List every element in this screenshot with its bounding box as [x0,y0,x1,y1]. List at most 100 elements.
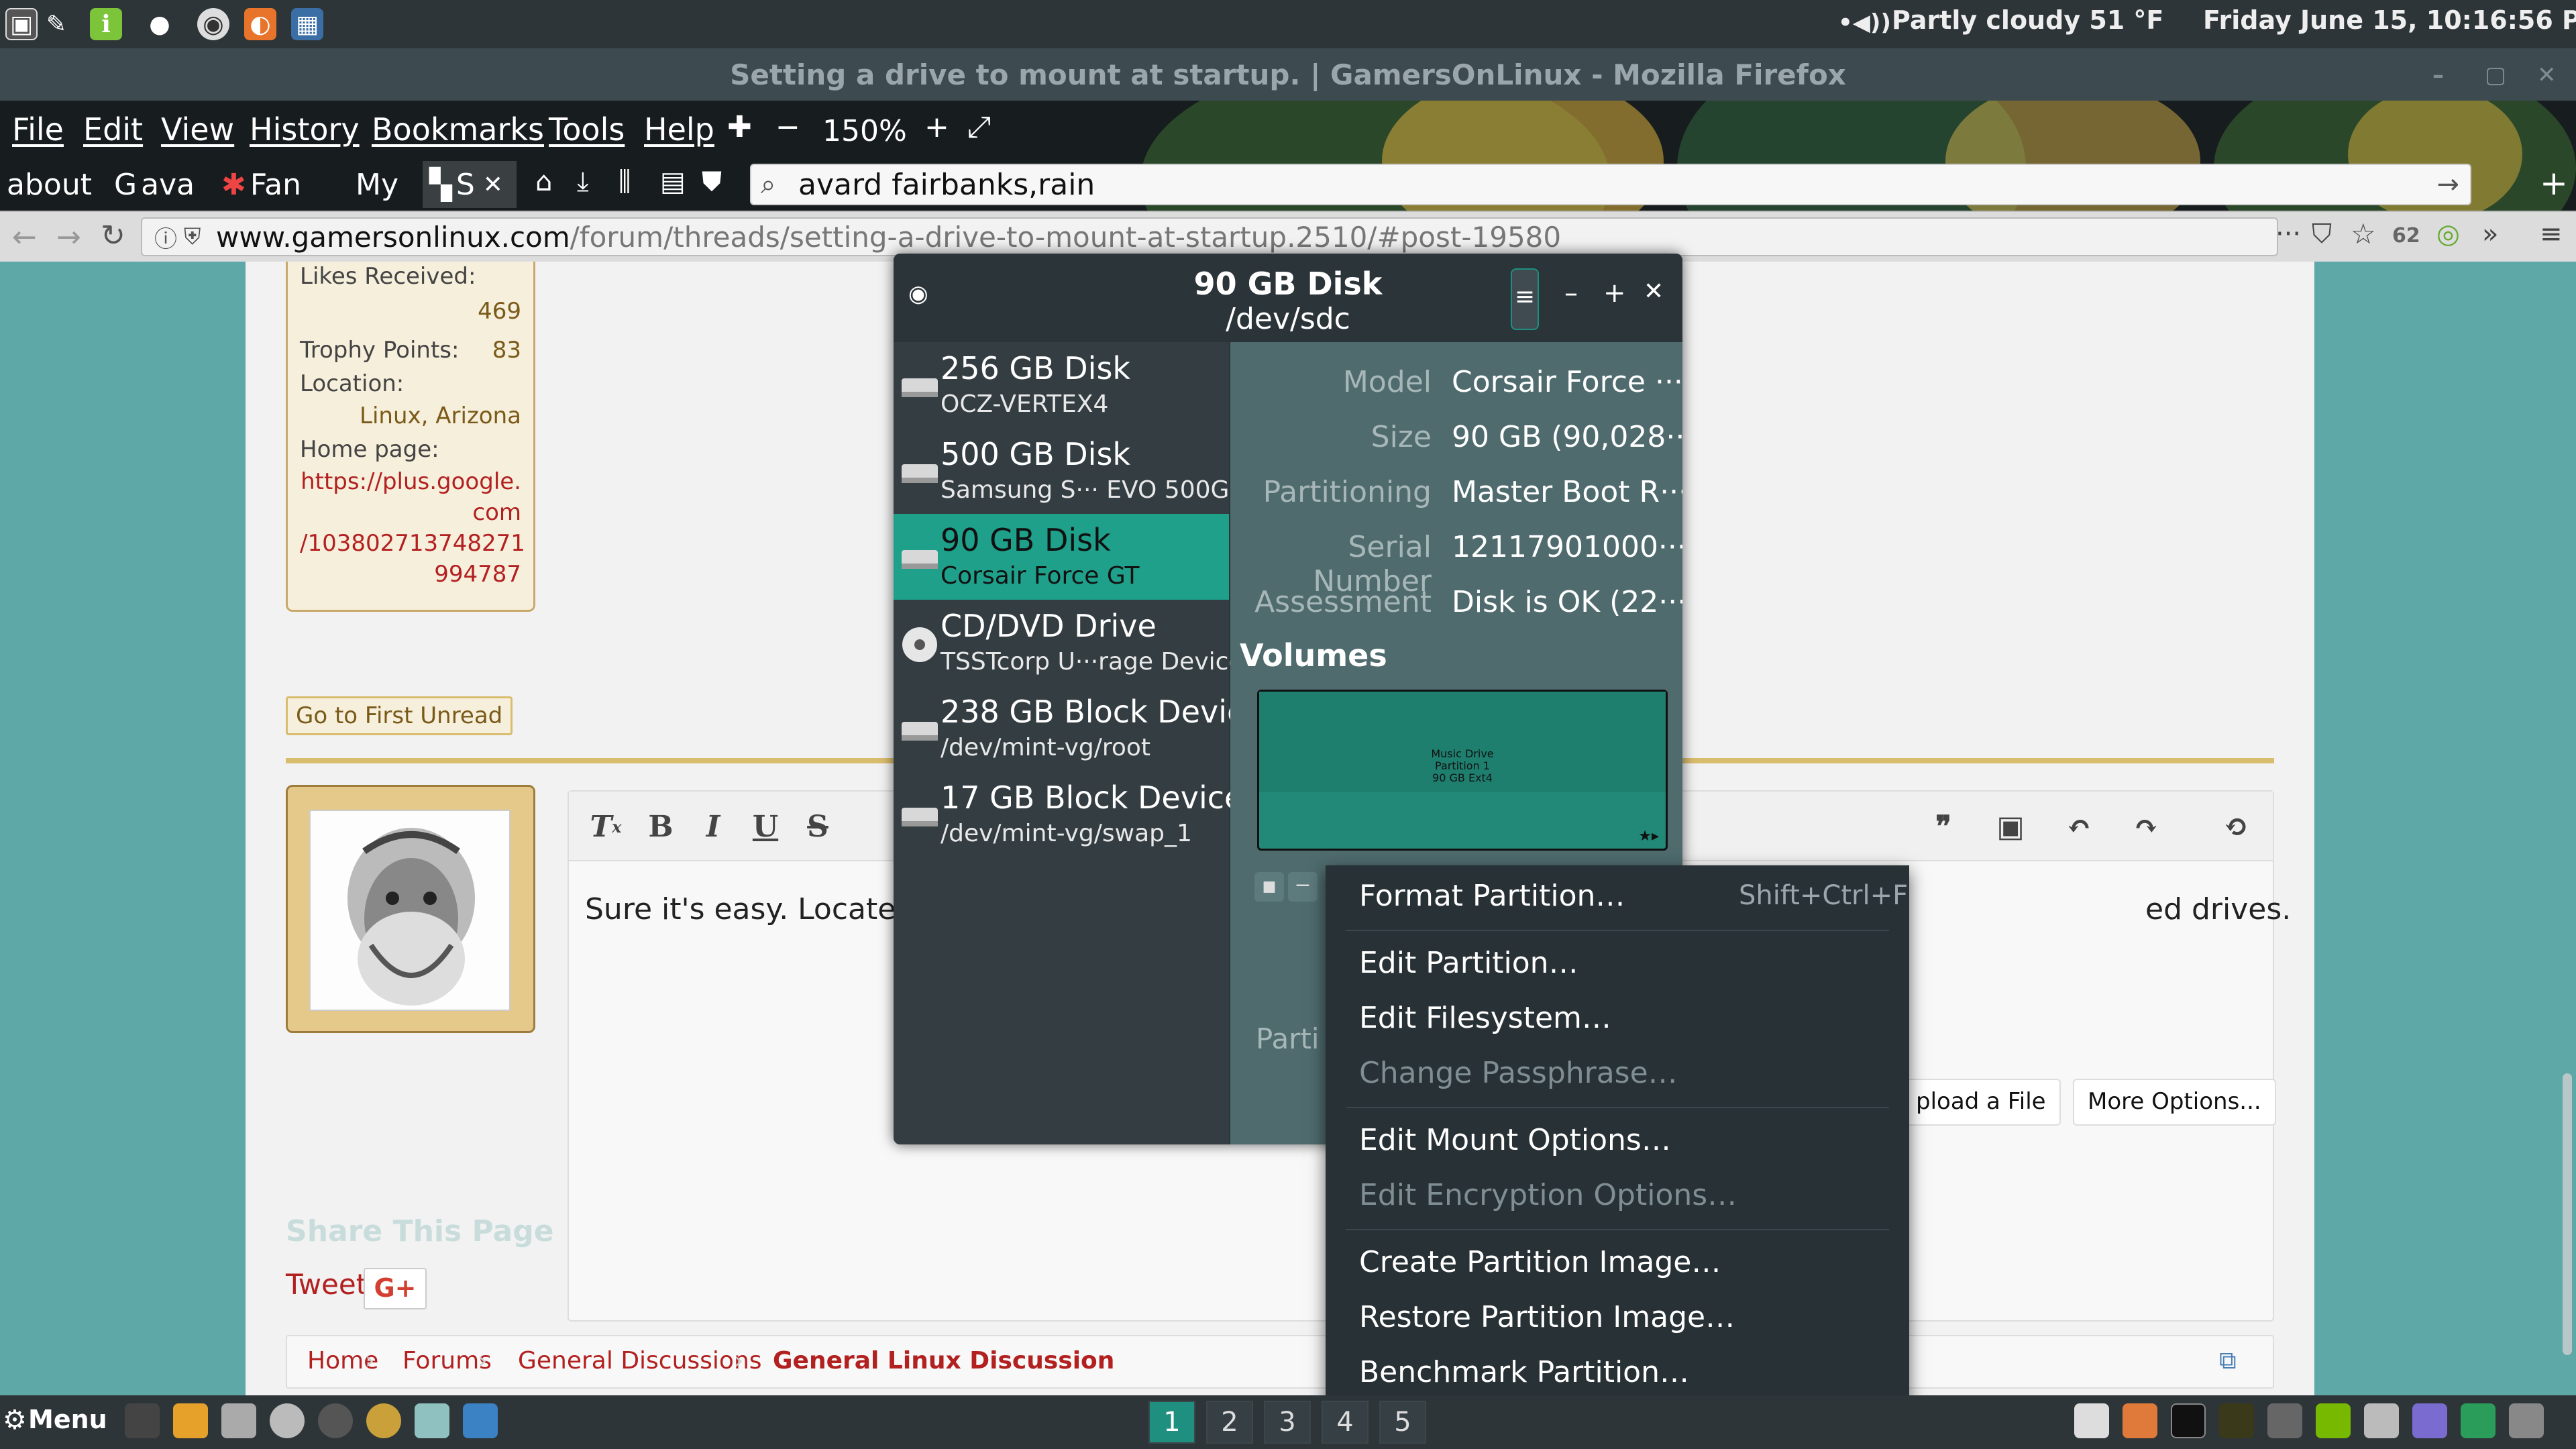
minimize-icon[interactable]: – [2432,62,2444,89]
menu-edit[interactable]: Edit [83,111,143,148]
menu-edit-mount-options[interactable]: Edit Mount Options… [1359,1123,1671,1157]
menu-history[interactable]: History [250,111,360,148]
firefox-icon[interactable]: ◐ [244,8,276,40]
tab-active[interactable]: ▚ S ✕ [423,161,517,208]
menu-create-partition-image[interactable]: Create Partition Image… [1359,1245,1721,1279]
save-draft-icon[interactable]: ▣ [1987,805,2034,848]
menu-file[interactable]: File [12,111,64,148]
extension-icon[interactable]: ◎ [2436,219,2460,250]
folder-icon[interactable] [415,1403,449,1438]
reload-icon[interactable]: ↻ [101,219,125,253]
tab[interactable]: about [0,161,94,208]
menu-view[interactable]: View [161,111,234,148]
tab[interactable]: My [349,161,423,208]
disk-list-item[interactable]: 238 GB Block Device /dev/mint-vg/root [894,686,1263,771]
zoom-out-button[interactable]: − [775,110,800,144]
menu-tools[interactable]: Tools [549,111,625,148]
homepage-link[interactable]: com [300,499,521,526]
menu-edit-filesystem[interactable]: Edit Filesystem… [1359,1001,1611,1035]
system-monitor-icon[interactable] [2219,1403,2254,1438]
search-input[interactable]: ⌕ avard fairbanks,rain → [750,164,2471,205]
menu-restore-partition-image[interactable]: Restore Partition Image… [1359,1300,1735,1334]
disc-burner-icon[interactable] [366,1403,401,1438]
info-app-icon[interactable]: ℹ [90,8,122,40]
home-icon[interactable]: ⌂ [535,166,552,197]
user-icon[interactable]: ● [144,8,176,40]
window-titlebar[interactable]: Setting a drive to mount at startup. | G… [0,48,2576,101]
start-menu-button[interactable]: Menu [28,1405,107,1434]
toggle-bbcode-icon[interactable]: ⟲ [2212,805,2259,848]
maximize-icon[interactable]: ▢ [2485,62,2506,89]
color-app-tray-icon[interactable] [2123,1403,2157,1438]
zoom-in-button[interactable]: + [924,110,949,144]
zoom-level[interactable]: 150% [822,114,907,148]
disk-list-item[interactable]: 17 GB Block Device /dev/mint-vg/swap_1 [894,771,1243,857]
menu-format-partition[interactable]: Format Partition… [1359,879,1625,913]
tab[interactable]: Gava [107,161,201,208]
window-menu-icon[interactable]: ◉ [908,280,928,307]
disc-app-icon[interactable]: ◉ [197,8,229,40]
clock[interactable]: Friday June 15, 10:16:56 PM [2203,5,2576,35]
fullscreen-icon[interactable]: ⤢ [967,110,991,144]
google-plus-button[interactable]: G+ [364,1268,427,1309]
redo-icon[interactable]: ↷ [2123,805,2169,848]
camera-app-icon[interactable] [318,1403,353,1438]
terminal-icon[interactable] [2171,1403,2206,1438]
delete-partition-button[interactable]: − [1288,872,1318,902]
usb-tray-icon[interactable] [2412,1403,2447,1438]
external-link-icon[interactable]: ⧉ [2219,1347,2237,1375]
menu-edit-partition[interactable]: Edit Partition… [1359,946,1578,980]
breadcrumb-general-discussions[interactable]: General Discussions [518,1347,762,1375]
new-tab-button[interactable]: + [2540,164,2568,203]
bookmark-star-icon[interactable]: ☆ [2351,217,2376,250]
go-arrow-icon[interactable]: → [2436,169,2459,200]
pocket-icon[interactable]: ⛉ [2312,219,2332,250]
weather-status[interactable]: Partly cloudy 51 °F [1892,5,2163,35]
overflow-icon[interactable]: » [2482,219,2498,250]
tab-close-icon[interactable]: ✕ [483,171,503,199]
close-icon[interactable]: ✕ [1644,278,1664,305]
display-tray-icon[interactable] [2509,1403,2544,1438]
avatar[interactable] [309,810,511,1011]
film-app-icon[interactable] [125,1403,160,1438]
image-viewer-icon[interactable]: ▦ [291,8,323,40]
gnu-app-icon[interactable] [173,1403,208,1438]
back-icon[interactable]: ← [12,220,37,254]
italic-icon[interactable]: I [690,805,737,848]
extension-badge[interactable]: 62 [2392,224,2420,248]
disk-list-item-selected[interactable]: 90 GB Disk Corsair Force GT [894,514,1229,600]
close-icon[interactable]: ✕ [2537,62,2557,89]
library-icon[interactable]: ⫼ [619,166,631,197]
workspace-1[interactable]: 1 [1148,1401,1195,1444]
url-bar[interactable]: ⓘ ⛨ www.gamersonlinux.com/forum/threads/… [141,217,2278,256]
shield-icon[interactable]: ⛊ [702,166,722,197]
drive-menu-icon[interactable]: ≡ [1511,268,1539,330]
tweet-button[interactable]: Tweet [286,1268,367,1301]
shield-tray-icon[interactable] [2074,1403,2109,1438]
undo-icon[interactable]: ↶ [2055,805,2102,848]
page-actions-icon[interactable]: ··· [2275,219,2301,250]
homepage-link[interactable]: /103802713748271 [300,530,525,557]
menu-gear-icon[interactable]: ⚙ [3,1405,27,1436]
maximize-icon[interactable]: + [1603,278,1626,309]
workspace-4[interactable]: 4 [1322,1401,1368,1444]
disk-list-item[interactable]: 500 GB Disk Samsung S··· EVO 500GB [894,428,1246,514]
reader-icon[interactable]: ▤ [660,166,686,197]
upload-file-button[interactable]: pload a File [1902,1079,2061,1126]
menu-benchmark-partition[interactable]: Benchmark Partition… [1359,1355,1689,1389]
strikethrough-icon[interactable]: S [794,805,841,848]
workspace-2[interactable]: 2 [1206,1401,1253,1444]
chat-tray-icon[interactable] [2461,1403,2496,1438]
workspace-5[interactable]: 5 [1379,1401,1426,1444]
hamburger-menu-icon[interactable]: ≡ [2540,219,2563,250]
settings-tray-icon[interactable] [2267,1403,2302,1438]
underline-icon[interactable]: U [742,805,789,848]
pen-tool-icon[interactable]: ✎ [40,8,72,40]
workspace-3[interactable]: 3 [1264,1401,1311,1444]
go-to-first-unread-button[interactable]: Go to First Unread [286,696,513,735]
more-options-button[interactable]: More Options... [2073,1079,2276,1126]
nvidia-icon[interactable] [2316,1403,2351,1438]
homepage-link[interactable]: https://plus.google. [300,468,521,495]
volume-map[interactable]: Music Drive Partition 1 90 GB Ext4 ★▸ [1257,690,1668,851]
screenshot-app-icon[interactable] [221,1403,256,1438]
